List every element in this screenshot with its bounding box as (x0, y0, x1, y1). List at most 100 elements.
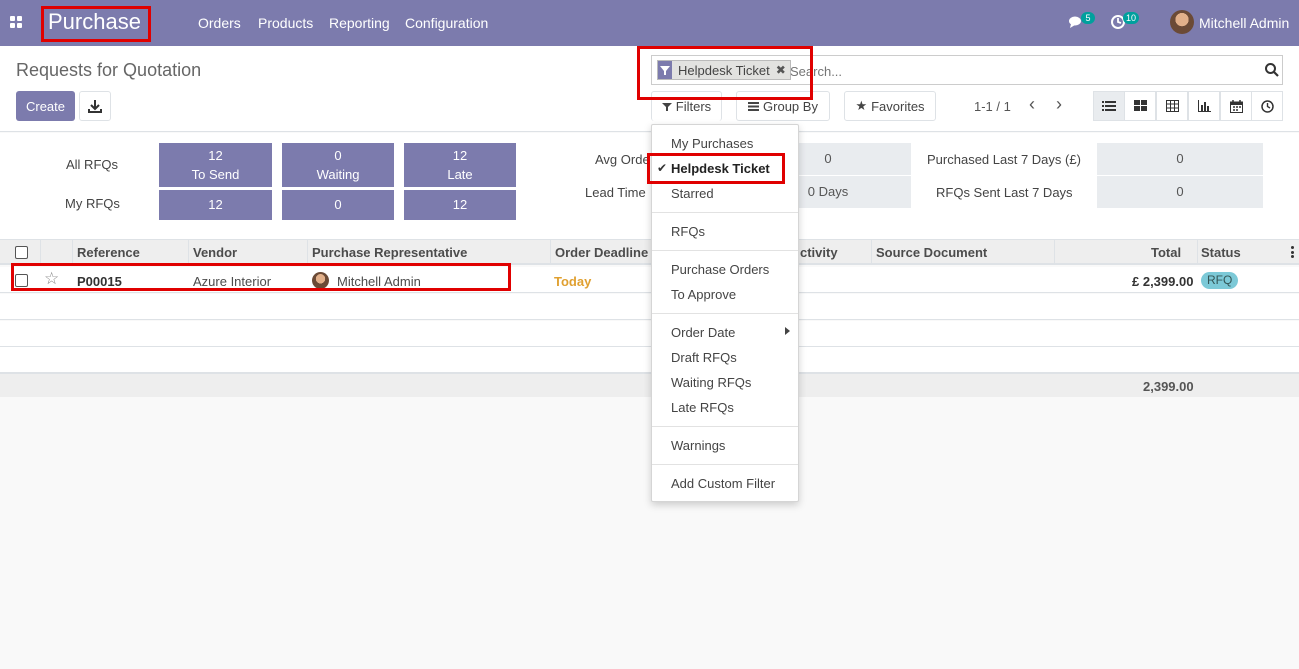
filter-helpdesk-ticket[interactable]: Helpdesk Ticket (671, 161, 770, 176)
to-send-tile[interactable]: 12 To Send (159, 143, 272, 187)
filter-my-purchases[interactable]: My Purchases (671, 136, 753, 151)
filter-order-date[interactable]: Order Date (671, 325, 735, 340)
filter-purchase-orders[interactable]: Purchase Orders (671, 262, 769, 277)
create-button[interactable]: Create (16, 91, 75, 121)
user-name[interactable]: Mitchell Admin (1199, 15, 1289, 31)
calendar-view-button[interactable] (1220, 91, 1252, 121)
pager-previous-icon[interactable]: ‹ (1029, 95, 1043, 113)
table-row[interactable]: ☆ P00015 Azure Interior Mitchell Admin T… (0, 267, 1299, 293)
control-panel: Requests for Quotation Create Helpdesk T… (0, 46, 1299, 132)
bar-chart-icon (1197, 100, 1211, 112)
filter-late-rfqs[interactable]: Late RFQs (671, 400, 734, 415)
my-late-tile[interactable]: 12 (404, 190, 516, 220)
filter-warnings[interactable]: Warnings (671, 438, 725, 453)
pivot-table-icon (1165, 100, 1179, 112)
avg-order-label: Avg Orde (595, 152, 650, 167)
purchased-last-7-days-label: Purchased Last 7 Days (£) (927, 152, 1081, 167)
filter-waiting-rfqs[interactable]: Waiting RFQs (671, 375, 751, 390)
kanban-view-button[interactable] (1124, 91, 1156, 121)
cell-vendor: Azure Interior (193, 274, 272, 289)
filters-dropdown: My Purchases ✔ Helpdesk Ticket Starred R… (651, 124, 799, 502)
search-facet: Helpdesk Ticket ✖ (657, 60, 791, 80)
caret-right-icon (785, 327, 790, 335)
waiting-tile[interactable]: 0 Waiting (282, 143, 394, 187)
cell-purchase-representative: Mitchell Admin (337, 274, 421, 289)
filters-button[interactable]: Filters (651, 91, 722, 121)
waiting-label: Waiting (316, 167, 360, 182)
header-source-document[interactable]: Source Document (876, 245, 987, 260)
footer-total: 2,399.00 (1143, 379, 1194, 394)
app-title[interactable]: Purchase (48, 9, 141, 35)
messages-count-badge: 5 (1081, 12, 1095, 24)
pager-value[interactable]: 1-1 / 1 (974, 99, 1011, 114)
activities-count-badge: 10 (1123, 12, 1140, 24)
empty-row (0, 321, 1299, 347)
list-footer: 2,399.00 (0, 373, 1299, 397)
user-avatar[interactable] (1170, 10, 1194, 34)
list-bars-icon (748, 102, 760, 111)
cell-reference: P00015 (77, 274, 122, 289)
graph-view-button[interactable] (1188, 91, 1220, 121)
menu-configuration[interactable]: Configuration (405, 15, 488, 31)
kanban-view-icon (1133, 100, 1147, 111)
filter-to-approve[interactable]: To Approve (671, 287, 736, 302)
favorites-button[interactable]: ★ Favorites (844, 91, 936, 121)
list-view-icon (1102, 101, 1116, 111)
cell-order-deadline: Today (554, 274, 592, 289)
facet-label: Helpdesk Ticket (678, 62, 770, 78)
to-send-label: To Send (191, 167, 240, 182)
filter-funnel-icon (661, 102, 672, 111)
top-navbar: Purchase Orders Products Reporting Confi… (0, 0, 1299, 46)
activity-view-button[interactable] (1251, 91, 1283, 121)
search-icon[interactable] (1264, 62, 1280, 78)
empty-row (0, 347, 1299, 373)
menu-reporting[interactable]: Reporting (329, 15, 390, 31)
status-badge: RFQ (1201, 272, 1239, 289)
filter-rfqs[interactable]: RFQs (671, 224, 705, 239)
header-purchase-representative[interactable]: Purchase Representative (312, 245, 467, 260)
column-options-icon[interactable] (1291, 246, 1294, 258)
pager-next-icon[interactable]: › (1056, 95, 1070, 113)
search-bar[interactable]: Helpdesk Ticket ✖ (651, 55, 1283, 85)
checkmark-icon: ✔ (657, 161, 668, 175)
rfqs-sent-last-7-days-label: RFQs Sent Last 7 Days (936, 185, 1073, 200)
header-reference[interactable]: Reference (77, 245, 140, 260)
filter-draft-rfqs[interactable]: Draft RFQs (671, 350, 737, 365)
clock-icon (1260, 99, 1274, 113)
filter-starred[interactable]: Starred (671, 186, 714, 201)
rfq-dashboard: All RFQs My RFQs 12 To Send 0 Waiting 12… (0, 133, 1299, 239)
apps-grid-icon[interactable] (10, 16, 23, 29)
purchased-last-7-days-value: 0 (1097, 143, 1263, 175)
late-count: 12 (452, 148, 468, 163)
star-icon: ★ (855, 98, 868, 113)
star-icon[interactable]: ☆ (44, 269, 59, 289)
facet-remove-icon[interactable]: ✖ (776, 63, 790, 77)
favorites-label: Favorites (871, 98, 925, 114)
header-total[interactable]: Total (1151, 245, 1181, 260)
my-to-send-tile[interactable]: 12 (159, 190, 272, 220)
header-order-deadline[interactable]: Order Deadline (555, 245, 648, 260)
pivot-view-button[interactable] (1156, 91, 1188, 121)
calendar-icon (1229, 99, 1243, 113)
add-custom-filter[interactable]: Add Custom Filter (671, 476, 775, 491)
select-all-checkbox[interactable] (15, 246, 28, 259)
menu-products[interactable]: Products (258, 15, 313, 31)
download-button[interactable] (79, 91, 111, 121)
row-checkbox[interactable] (15, 274, 28, 287)
group-by-label: Group By (763, 98, 818, 114)
header-status[interactable]: Status (1201, 245, 1241, 260)
menu-orders[interactable]: Orders (198, 15, 241, 31)
all-rfqs-label: All RFQs (66, 157, 118, 172)
late-tile[interactable]: 12 Late (404, 143, 516, 187)
list-view-button[interactable] (1093, 91, 1125, 121)
representative-avatar (312, 272, 329, 289)
header-activity[interactable]: ctivity (800, 245, 838, 260)
download-icon (88, 100, 102, 113)
empty-row (0, 294, 1299, 320)
cell-total: £ 2,399.00 (1132, 274, 1194, 289)
header-vendor[interactable]: Vendor (193, 245, 237, 260)
group-by-button[interactable]: Group By (736, 91, 830, 121)
my-waiting-tile[interactable]: 0 (282, 190, 394, 220)
waiting-count: 0 (334, 148, 342, 163)
search-input[interactable] (790, 61, 1250, 81)
